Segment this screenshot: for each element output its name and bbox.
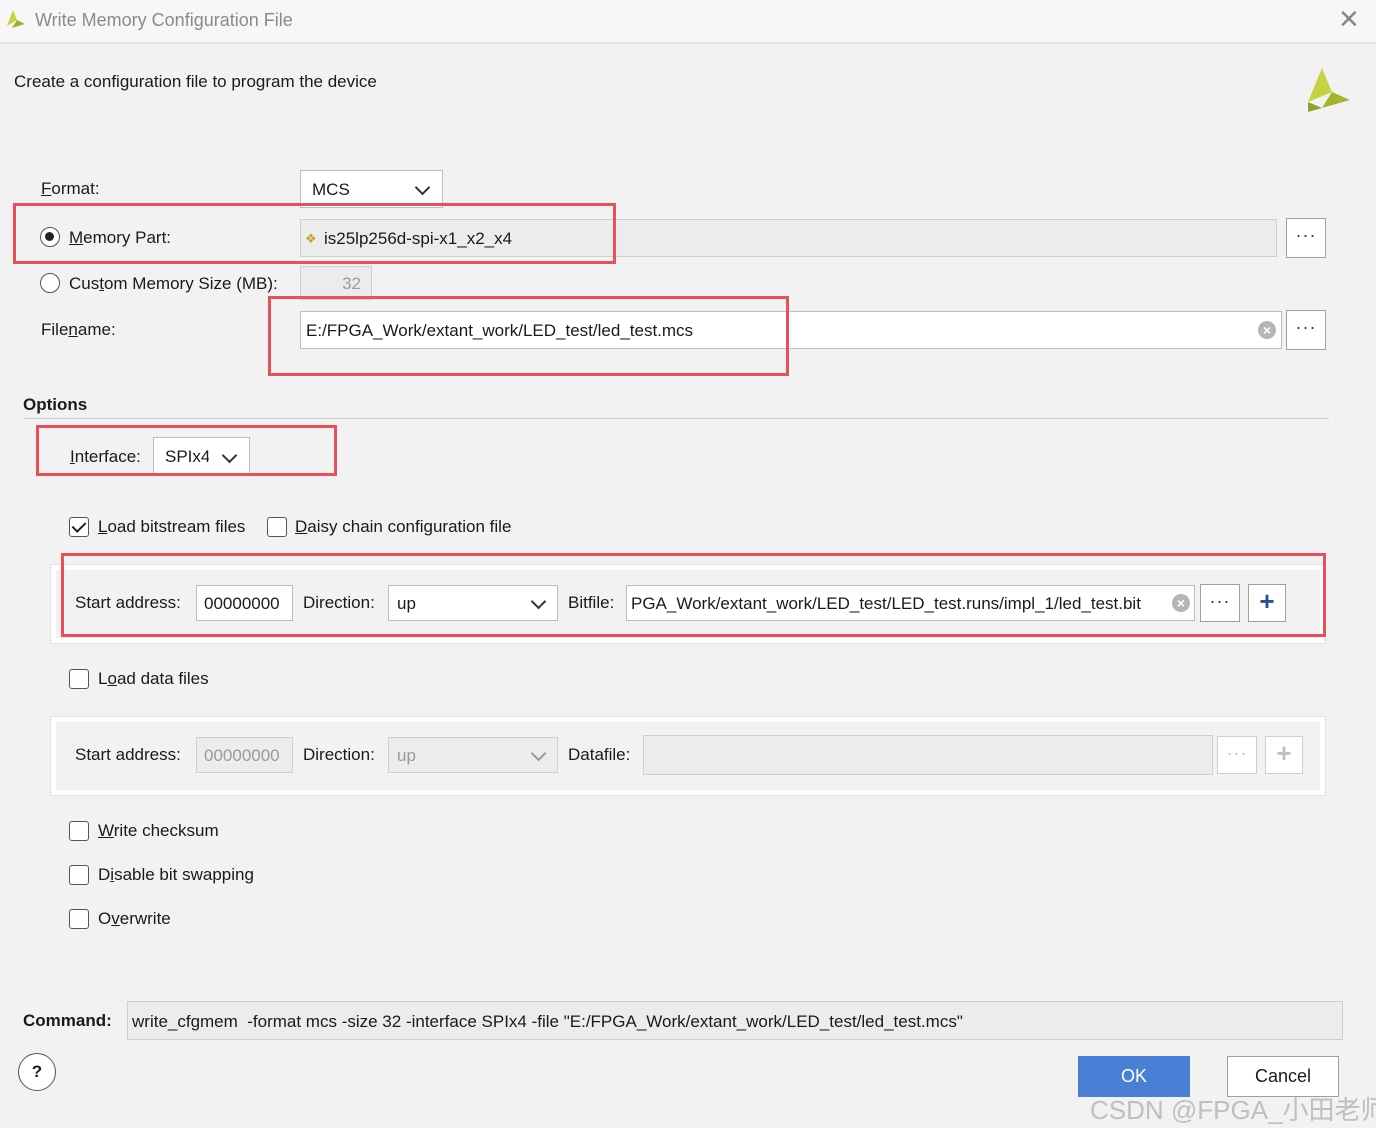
disable-bit-swapping-checkbox[interactable] bbox=[69, 865, 89, 885]
bit-start-address-label: Start address: bbox=[75, 593, 181, 612]
interface-dropdown[interactable]: SPIx4 bbox=[153, 437, 250, 475]
data-direction-dropdown[interactable]: up bbox=[388, 737, 558, 773]
chip-icon: ❖ bbox=[305, 231, 317, 246]
more-icon: ··· bbox=[1209, 591, 1231, 611]
bitfile-browse-button[interactable]: ··· bbox=[1200, 584, 1240, 622]
custom-size-value: 32 bbox=[342, 274, 361, 293]
daisy-chain-checkbox[interactable] bbox=[267, 517, 287, 537]
bit-start-address-value: 00000000 bbox=[204, 594, 280, 613]
custom-size-label: Custom Memory Size (MB): bbox=[69, 274, 278, 293]
data-start-address-value: 00000000 bbox=[204, 746, 280, 765]
data-direction-value: up bbox=[397, 746, 416, 765]
data-start-address-label: Start address: bbox=[75, 745, 181, 764]
memory-part-browse-button[interactable]: ··· bbox=[1286, 218, 1326, 258]
window-title: Write Memory Configuration File bbox=[35, 10, 293, 30]
load-data-label: Load data files bbox=[98, 669, 209, 688]
datafile-input[interactable] bbox=[643, 735, 1213, 775]
plus-icon: + bbox=[1276, 738, 1292, 768]
filename-value: E:/FPGA_Work/extant_work/LED_test/led_te… bbox=[306, 321, 694, 340]
bitfile-value: PGA_Work/extant_work/LED_test/LED_test.r… bbox=[631, 594, 1141, 613]
radio-selected-dot bbox=[45, 232, 54, 241]
overwrite-checkbox[interactable] bbox=[69, 909, 89, 929]
more-icon: ··· bbox=[1295, 317, 1317, 337]
bitfile-input[interactable]: PGA_Work/extant_work/LED_test/LED_test.r… bbox=[626, 585, 1195, 621]
custom-size-radio[interactable] bbox=[40, 273, 60, 293]
overwrite-label: Overwrite bbox=[98, 909, 171, 928]
memory-part-radio[interactable] bbox=[40, 227, 60, 247]
bit-start-address-input[interactable]: 00000000 bbox=[196, 585, 293, 621]
add-bitfile-button[interactable]: + bbox=[1248, 584, 1286, 622]
chevron-down-icon bbox=[530, 593, 547, 610]
memory-part-value: is25lp256d-spi-x1_x2_x4 bbox=[324, 229, 513, 248]
chevron-down-icon bbox=[414, 179, 431, 196]
memory-part-field[interactable]: ❖ is25lp256d-spi-x1_x2_x4 bbox=[300, 219, 1277, 257]
command-field: write_cfgmem -format mcs -size 32 -inter… bbox=[127, 1001, 1343, 1040]
options-divider bbox=[23, 418, 1329, 419]
interface-value: SPIx4 bbox=[165, 447, 209, 466]
filename-label: Filename: bbox=[41, 320, 116, 339]
write-checksum-label: Write checksum bbox=[98, 821, 219, 840]
clear-icon[interactable]: × bbox=[1172, 594, 1190, 612]
help-button[interactable]: ? bbox=[18, 1053, 56, 1091]
load-bitstream-label: Load bitstream files bbox=[98, 517, 246, 536]
disable-bit-swapping-label: Disable bit swapping bbox=[98, 865, 254, 884]
check-icon bbox=[71, 518, 87, 533]
command-value: write_cfgmem -format mcs -size 32 -inter… bbox=[132, 1012, 963, 1031]
datafile-browse-button[interactable]: ··· bbox=[1217, 736, 1257, 774]
plus-icon: + bbox=[1259, 586, 1275, 616]
watermark-text: CSDN @FPGA_小田老师 bbox=[1090, 1095, 1376, 1125]
options-heading: Options bbox=[23, 395, 88, 414]
bit-direction-value: up bbox=[397, 594, 416, 613]
format-label: Format: bbox=[41, 179, 100, 198]
data-start-address-input[interactable]: 00000000 bbox=[196, 737, 293, 773]
close-icon[interactable]: ✕ bbox=[1338, 6, 1360, 32]
filename-browse-button[interactable]: ··· bbox=[1286, 310, 1326, 350]
load-data-checkbox[interactable] bbox=[69, 669, 89, 689]
chevron-down-icon bbox=[530, 745, 547, 762]
daisy-chain-label: Daisy chain configuration file bbox=[295, 517, 512, 536]
datafile-label: Datafile: bbox=[568, 745, 631, 764]
bit-direction-dropdown[interactable]: up bbox=[388, 585, 558, 621]
bit-direction-label: Direction: bbox=[303, 593, 375, 612]
memory-part-label: Memory Part: bbox=[69, 228, 172, 247]
vivado-logo-icon bbox=[1308, 68, 1350, 112]
format-dropdown[interactable]: MCS bbox=[300, 170, 443, 208]
add-datafile-button[interactable]: + bbox=[1265, 736, 1303, 774]
data-direction-label: Direction: bbox=[303, 745, 375, 764]
clear-icon[interactable]: × bbox=[1258, 321, 1276, 339]
interface-label: Interface: bbox=[70, 447, 141, 466]
write-checksum-checkbox[interactable] bbox=[69, 821, 89, 841]
custom-size-field[interactable]: 32 bbox=[300, 266, 372, 300]
dialog-subtitle: Create a configuration file to program t… bbox=[14, 72, 377, 91]
load-bitstream-checkbox[interactable] bbox=[69, 517, 89, 537]
format-value: MCS bbox=[312, 180, 350, 199]
command-label: Command: bbox=[23, 1011, 112, 1030]
more-icon: ··· bbox=[1295, 225, 1317, 245]
more-icon: ··· bbox=[1226, 743, 1248, 763]
bitfile-label: Bitfile: bbox=[568, 593, 615, 612]
app-logo-icon bbox=[7, 10, 25, 28]
filename-input[interactable]: E:/FPGA_Work/extant_work/LED_test/led_te… bbox=[300, 311, 1282, 349]
chevron-down-icon bbox=[221, 447, 238, 464]
